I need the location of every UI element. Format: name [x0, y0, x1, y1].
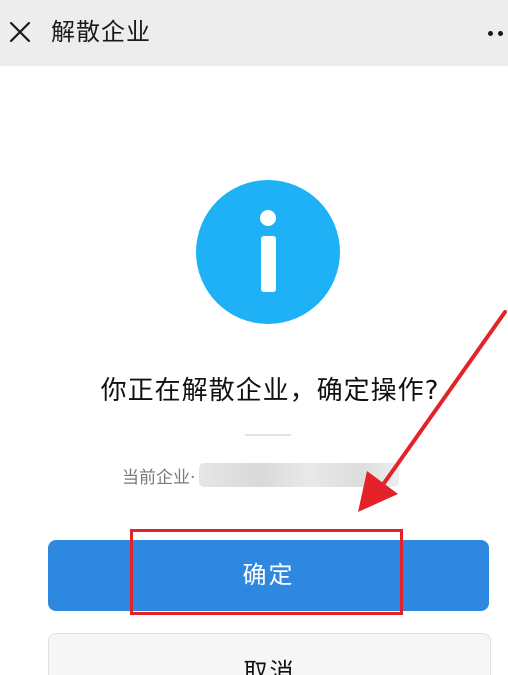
cancel-button-label: 取消: [243, 658, 296, 675]
cancel-button[interactable]: 取消: [48, 633, 491, 675]
current-company: 当前企业·: [122, 460, 400, 490]
title-bar: 解散企业: [0, 0, 508, 66]
dissolve-company-page: 解散企业 你正在解散企业，确定操作? 当前企业· 确定 取消: [0, 0, 508, 675]
page-title: 解散企业: [51, 18, 151, 46]
company-label: 当前企业·: [122, 467, 196, 488]
close-button[interactable]: [0, 0, 44, 66]
highlight-box: [130, 529, 403, 615]
divider: [245, 434, 291, 436]
close-icon: [9, 21, 31, 43]
info-icon: [196, 180, 340, 324]
company-name-redacted: [199, 463, 400, 487]
confirm-question: 你正在解散企业，确定操作?: [100, 376, 440, 406]
more-button[interactable]: [484, 0, 508, 66]
